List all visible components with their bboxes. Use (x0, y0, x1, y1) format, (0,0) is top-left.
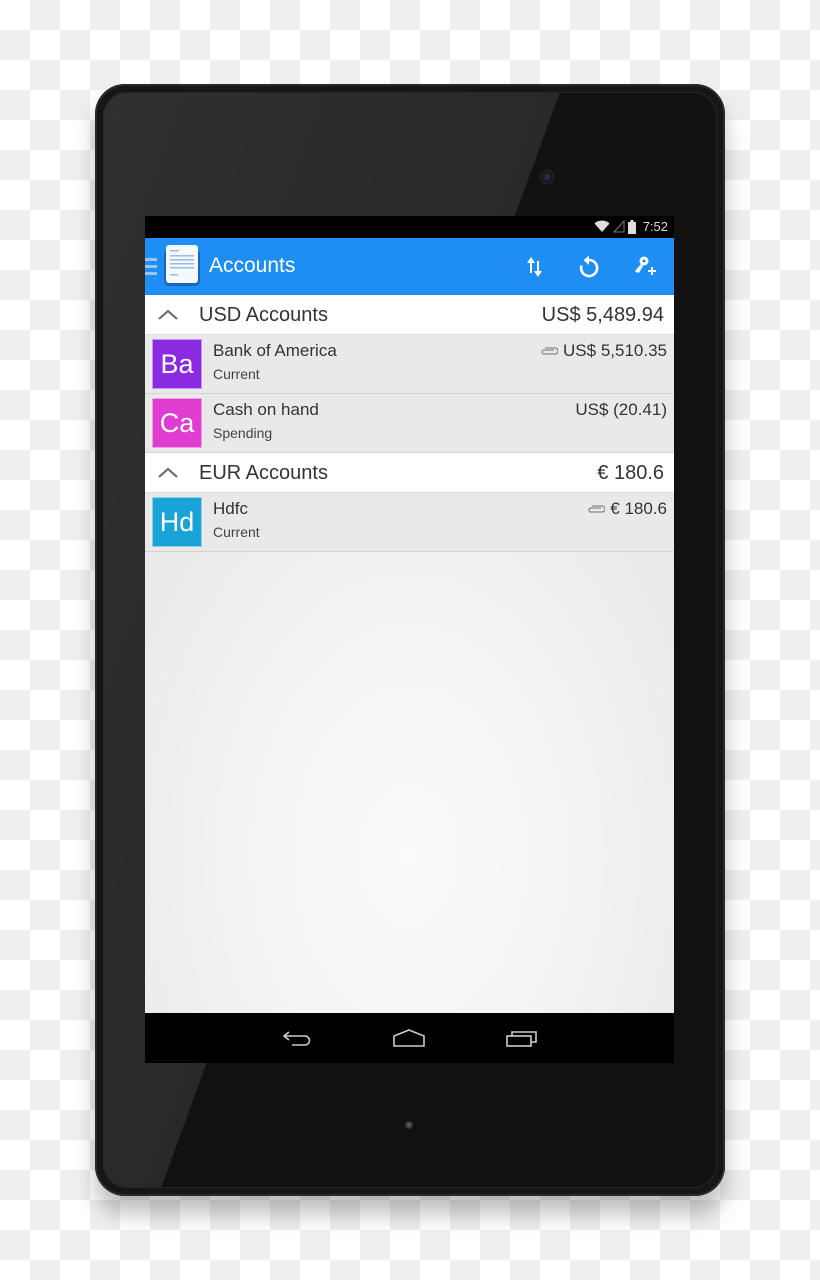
wifi-icon (594, 220, 610, 232)
account-name: Hdfc (213, 499, 248, 518)
screen: 7:52 Accounts USD Accounts US$ 5,489.94 … (145, 216, 674, 1063)
paperclip-icon (588, 505, 606, 513)
account-amount: € 180.6 (610, 499, 667, 518)
document-icon (164, 245, 200, 286)
account-amount: US$ 5,510.35 (563, 341, 667, 360)
status-time: 7:52 (642, 219, 668, 234)
group-header-usd[interactable]: USD Accounts US$ 5,489.94 (145, 295, 674, 335)
hamburger-icon[interactable] (145, 258, 157, 279)
group-total: US$ 5,489.94 (541, 304, 664, 326)
recents-icon (506, 1031, 537, 1047)
account-type: Current (213, 366, 260, 382)
account-row[interactable]: Ca Cash on hand Spending US$ (20.41) (145, 394, 674, 453)
action-bar: Accounts (145, 238, 674, 295)
notification-led (405, 1121, 413, 1129)
key-plus-icon (635, 256, 656, 275)
back-button[interactable] (269, 1023, 325, 1053)
account-row[interactable]: Hd Hdfc Current € 180.6 (145, 493, 674, 552)
recents-button[interactable] (494, 1023, 550, 1053)
back-icon (282, 1031, 311, 1046)
avatar: Hd (152, 497, 202, 547)
cell-signal-icon (612, 220, 625, 233)
account-name: Bank of America (213, 341, 337, 360)
home-button[interactable] (381, 1023, 437, 1053)
navigation-bar (145, 1013, 674, 1063)
paperclip-icon (541, 347, 559, 355)
account-type: Spending (213, 425, 273, 441)
refresh-icon (579, 255, 599, 278)
account-amount-wrap: US$ (20.41) (575, 400, 667, 420)
account-amount-wrap: US$ 5,510.35 (540, 341, 667, 361)
chevron-up-icon[interactable] (157, 306, 179, 322)
front-camera (540, 170, 554, 184)
account-type: Current (213, 524, 260, 540)
account-row[interactable]: Ba Bank of America Current US$ 5,510.35 (145, 335, 674, 394)
battery-icon (627, 219, 636, 234)
status-bar: 7:52 (145, 216, 674, 238)
page-title: Accounts (209, 254, 296, 277)
avatar: Ca (152, 398, 202, 448)
sort-button[interactable] (517, 250, 553, 284)
group-total: € 180.6 (597, 462, 664, 484)
group-title: USD Accounts (199, 304, 328, 326)
account-name: Cash on hand (213, 400, 319, 419)
account-amount-wrap: € 180.6 (587, 499, 667, 519)
refresh-button[interactable] (571, 250, 607, 284)
app-logo[interactable] (163, 245, 201, 286)
group-title: EUR Accounts (199, 462, 328, 484)
chevron-up-icon[interactable] (157, 464, 179, 480)
home-icon (393, 1029, 425, 1047)
accounts-list: USD Accounts US$ 5,489.94 Ba Bank of Ame… (145, 295, 674, 1013)
account-amount: US$ (20.41) (575, 400, 667, 419)
group-header-eur[interactable]: EUR Accounts € 180.6 (145, 453, 674, 493)
sort-arrows-icon (527, 257, 542, 277)
add-account-button[interactable] (627, 250, 663, 284)
avatar: Ba (152, 339, 202, 389)
